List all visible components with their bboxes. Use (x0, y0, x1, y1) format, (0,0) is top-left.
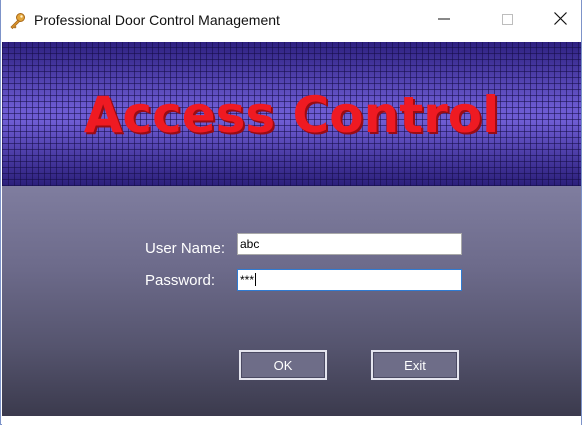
username-value: abc (240, 237, 260, 251)
username-input[interactable]: abc (237, 233, 462, 255)
minimize-button[interactable] (421, 0, 467, 42)
close-button[interactable] (537, 0, 582, 42)
text-caret (255, 273, 257, 286)
maximize-icon (501, 12, 513, 30)
password-value: *** (240, 273, 255, 287)
maximize-button[interactable] (484, 0, 530, 42)
username-label: User Name: (145, 240, 226, 257)
window-title: Professional Door Control Management (34, 12, 280, 28)
password-label: Password: (145, 272, 216, 289)
minimize-icon (438, 12, 450, 30)
password-input[interactable]: *** (237, 269, 462, 291)
header-banner: Access Control (2, 42, 581, 186)
exit-button[interactable]: Exit (371, 350, 459, 380)
exit-button-label: Exit (404, 357, 426, 373)
banner-title: Access Control (83, 86, 500, 144)
ok-button-label: OK (273, 357, 293, 373)
close-icon (553, 12, 567, 30)
login-window: Professional Door Control Management Acc… (0, 0, 582, 425)
key-icon (9, 12, 27, 30)
title-bar[interactable]: Professional Door Control Management (1, 0, 581, 42)
window-bottom-edge (2, 416, 581, 425)
ok-button[interactable]: OK (239, 350, 327, 380)
login-form-panel (2, 186, 581, 416)
